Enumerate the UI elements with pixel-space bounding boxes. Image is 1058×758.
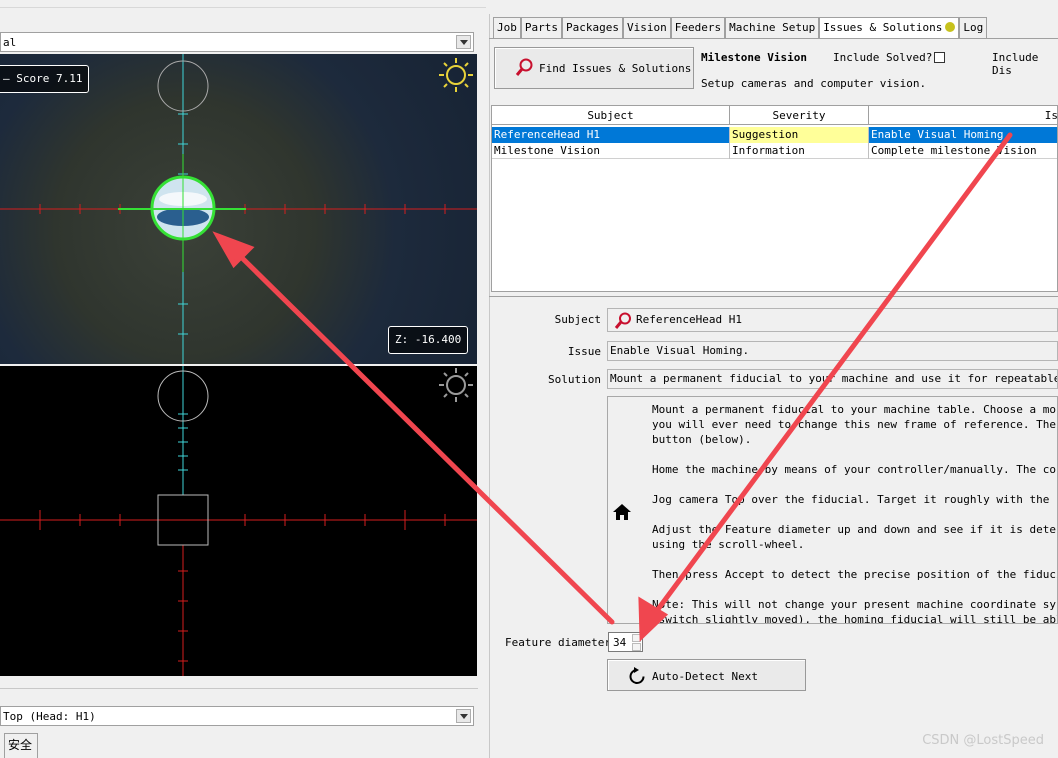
annotation-arrow-to-diameter: [647, 132, 1013, 623]
annotation-arrow-to-fiducial: [231, 247, 615, 625]
watermark: CSDN @LostSpeed: [922, 733, 1044, 748]
annotation-arrows: [212, 132, 1013, 642]
